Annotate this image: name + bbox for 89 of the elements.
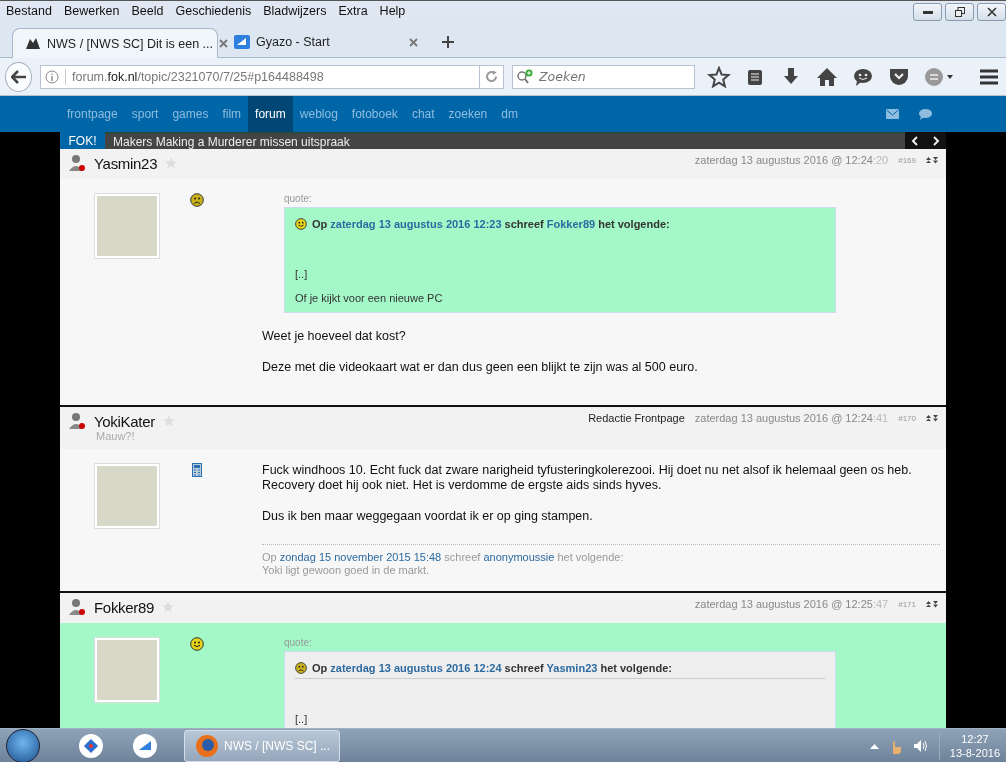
user-title: Mauw?! xyxy=(96,430,136,442)
post-date: zaterdag 13 augustus 2016 @ 12:24:41 xyxy=(694,412,889,424)
author-link[interactable]: anonymoussie xyxy=(483,551,555,563)
post-date: zaterdag 13 augustus 2016 @ 12:24:20 xyxy=(694,154,889,166)
avatar-image xyxy=(94,637,160,703)
signature-text: Yoki ligt gewoon goed in de markt. xyxy=(262,564,430,576)
news-headline[interactable]: Makers Making a Murderer missen uitspraak xyxy=(105,132,905,149)
minimize-icon xyxy=(922,10,933,14)
previous-icon[interactable] xyxy=(911,135,920,146)
site-nav-link[interactable]: film xyxy=(215,96,249,132)
quote-text: Of je kijkt voor een nieuwe PC xyxy=(295,292,444,304)
back-button[interactable] xyxy=(5,61,33,92)
user-icon xyxy=(68,154,86,172)
username[interactable]: YokiKater xyxy=(94,412,155,430)
search-field[interactable]: Zoeken xyxy=(512,64,695,89)
menu-item[interactable]: Bestand xyxy=(6,3,59,18)
clock[interactable]: 12:27 13-8-2016 xyxy=(938,732,1000,760)
user-icon xyxy=(68,598,86,616)
address-bar[interactable]: forum.fok.nl/topic/2321070/7/25#p164488498 xyxy=(40,64,480,89)
user-icon xyxy=(68,412,86,430)
sort-arrows-icon[interactable] xyxy=(926,156,938,164)
ticker-badge: FOK! xyxy=(60,132,105,149)
menu-item[interactable]: Geschiedenis xyxy=(175,3,259,18)
next-icon[interactable] xyxy=(931,135,940,146)
reload-button[interactable] xyxy=(478,64,504,89)
avatar-image xyxy=(94,463,160,529)
author-link[interactable]: Yasmin23 xyxy=(546,662,598,674)
reload-icon xyxy=(484,70,498,83)
post-number[interactable]: #171 xyxy=(898,599,916,609)
site-nav-link[interactable]: sport xyxy=(124,96,166,132)
volume-icon[interactable] xyxy=(912,739,929,753)
menu-item[interactable]: Bladwijzers xyxy=(263,3,334,18)
quote-attribution: Op zaterdag 13 augustus 2016 12:24 schreef Yasmin23 het volgende: xyxy=(312,662,672,674)
minimize-button[interactable] xyxy=(913,3,942,21)
user-role: Redactie Frontpage xyxy=(588,412,685,424)
username[interactable]: Fokker89 xyxy=(94,598,155,616)
date-link[interactable]: zaterdag 13 augustus 2016 12:24 xyxy=(330,662,502,674)
sort-arrows-icon[interactable] xyxy=(926,600,938,608)
author-link[interactable]: Fokker89 xyxy=(546,218,596,230)
restore-button[interactable] xyxy=(945,3,974,21)
restore-icon xyxy=(954,7,965,17)
quote-attribution: Op zaterdag 13 augustus 2016 12:23 schreef Fokker89 het volgende: xyxy=(312,218,670,230)
site-nav-link[interactable]: weblog xyxy=(292,96,345,132)
post-text: Deze met die videokaart wat er dan dus geen een blijkt te zijn was al 500 euro. xyxy=(262,360,699,375)
url-text: forum.fok.nl/topic/2321070/7/25#p164488498 xyxy=(72,69,324,84)
browser-tab[interactable]: Gyazo - Start xyxy=(222,27,428,57)
username[interactable]: Yasmin23 xyxy=(94,154,158,172)
date-link[interactable]: zaterdag 13 augustus 2016 12:23 xyxy=(330,218,502,230)
quote-label: quote: xyxy=(284,637,313,648)
home-icon[interactable] xyxy=(815,65,839,88)
signature-attribution: Op zondag 15 november 2015 15:48 schreef anonymoussie het volgende: xyxy=(262,551,624,563)
menu-item[interactable]: Extra xyxy=(338,3,375,18)
site-nav-link[interactable]: frontpage xyxy=(60,96,125,132)
info-icon[interactable] xyxy=(45,69,60,84)
site-nav-link[interactable]: zoeken xyxy=(441,96,495,132)
post-number[interactable]: #170 xyxy=(898,413,916,423)
search-icon xyxy=(516,68,534,85)
site-nav-link[interactable]: fotoboek xyxy=(344,96,405,132)
site-nav-link[interactable]: forum xyxy=(248,96,293,132)
menu-item[interactable]: Bewerken xyxy=(63,3,127,18)
browser-icon xyxy=(195,734,219,758)
avatar-image xyxy=(94,193,160,259)
back-arrow-icon xyxy=(10,69,27,84)
mail-icon[interactable] xyxy=(886,109,899,119)
close-icon xyxy=(986,7,997,17)
bookmark-star-icon[interactable] xyxy=(707,65,731,88)
post-text: Dus ik ben maar weggegaan voordat ik er op ging stampen. xyxy=(262,509,594,524)
post-text: Fuck windhoos 10. Echt fuck dat zware narigheid tyfusteringkolerezooi. Hij doet nu net alsof ik helemaal geen os heb. Recovery doet hij ook niet. Het is verdomme de ergste aids sinds hyves. xyxy=(262,463,913,493)
sort-arrows-icon[interactable] xyxy=(926,414,938,422)
quote-label: quote: xyxy=(284,193,313,204)
close-icon[interactable] xyxy=(219,39,228,48)
chat-bubble-icon[interactable] xyxy=(919,108,932,120)
date-link[interactable]: zondag 15 november 2015 15:48 xyxy=(279,551,442,563)
close-button[interactable] xyxy=(977,3,1006,21)
menu-item[interactable]: Beeld xyxy=(131,3,171,18)
tray-arrow-icon[interactable] xyxy=(869,743,879,749)
site-nav-link[interactable]: chat xyxy=(404,96,442,132)
quote-text: [..] xyxy=(295,268,309,280)
quote-text: [..] xyxy=(295,713,309,725)
site-nav-link[interactable]: dm xyxy=(494,96,525,132)
post-number[interactable]: #169 xyxy=(898,155,916,165)
start-button[interactable] xyxy=(6,729,40,762)
post-text: Weet je hoeveel dat kost? xyxy=(262,329,407,344)
menu-item[interactable]: Help xyxy=(379,3,413,18)
app-logo-icon xyxy=(234,35,250,49)
close-icon[interactable] xyxy=(409,37,418,47)
site-nav-link[interactable]: games xyxy=(165,96,216,132)
plus-icon xyxy=(442,36,454,48)
site-logo-icon xyxy=(25,36,41,51)
